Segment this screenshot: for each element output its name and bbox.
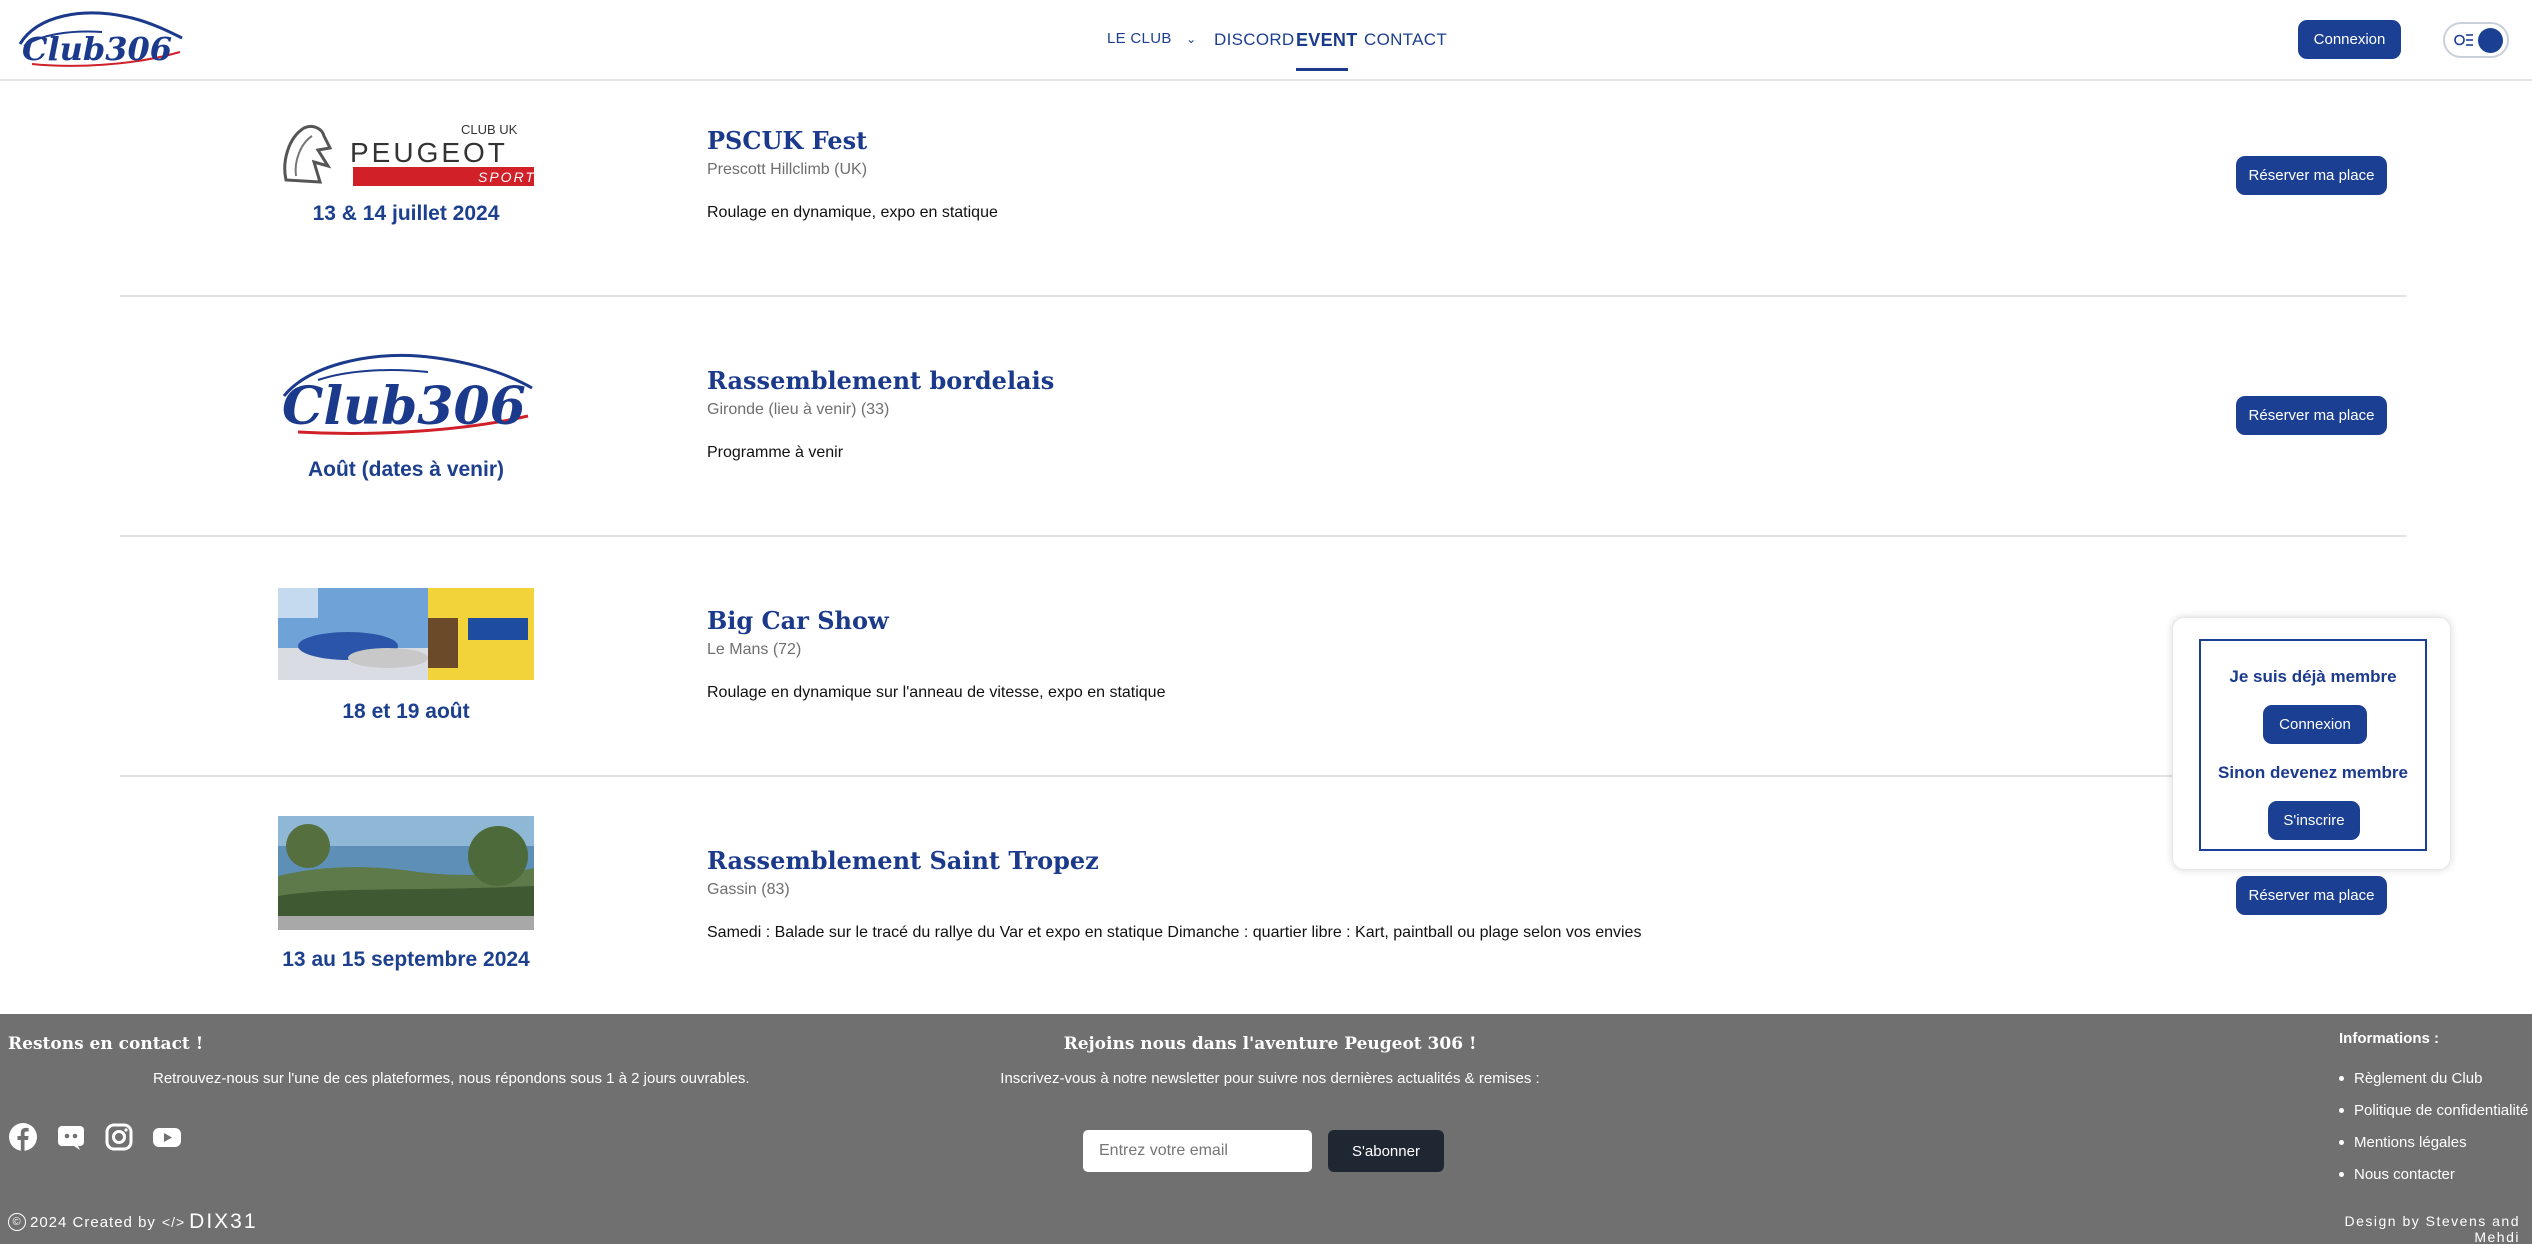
youtube-icon[interactable]: [152, 1122, 182, 1152]
big-car-show-poster: [278, 588, 534, 680]
link-mentions-legales[interactable]: Mentions légales: [2339, 1134, 2528, 1151]
newsletter-text: Inscrivez-vous à notre newsletter pour s…: [1000, 1070, 1540, 1087]
link-reglement[interactable]: Règlement du Club: [2339, 1070, 2528, 1087]
copyright: © 2024 Created by </> DIX31: [8, 1210, 258, 1234]
headlight-icon: [2454, 34, 2473, 46]
nav-discord[interactable]: DISCORD: [1214, 30, 1295, 50]
svg-text:CLUB UK: CLUB UK: [461, 122, 518, 137]
reserve-button[interactable]: Réserver ma place: [2236, 876, 2387, 915]
reserve-button[interactable]: Réserver ma place: [2236, 156, 2387, 195]
peugeot-sport-logo: CLUB UK PEUGEOT SPORT: [278, 122, 534, 188]
site-footer: Restons en contact ! Retrouvez-nous sur …: [0, 1014, 2532, 1245]
event-date: Août (dates à venir): [307, 458, 505, 481]
event-title: Big Car Show: [707, 606, 889, 635]
toggle-knob: [2478, 28, 2503, 53]
event-card: 18 et 19 août Big Car Show Le Mans (72) …: [0, 562, 2532, 802]
event-title: Rassemblement Saint Tropez: [707, 846, 1099, 875]
event-card: CLUB UK PEUGEOT SPORT 13 & 14 juillet 20…: [0, 82, 2532, 322]
info-heading: Informations :: [2339, 1030, 2439, 1047]
link-confidentialite[interactable]: Politique de confidentialité: [2339, 1102, 2528, 1119]
design-credit: Design by Stevens and Mehdi: [2344, 1213, 2520, 1245]
event-description: Roulage en dynamique, expo en statique: [707, 204, 998, 221]
nav-event[interactable]: EVENT: [1296, 30, 1358, 51]
event-title: PSCUK Fest: [707, 126, 868, 155]
popup-login-button[interactable]: Connexion: [2263, 705, 2367, 744]
event-description: Roulage en dynamique sur l'anneau de vit…: [707, 684, 1166, 701]
event-divider: [120, 295, 2406, 297]
nav-le-club[interactable]: LE CLUB ⌄: [1107, 30, 1196, 47]
event-divider: [120, 535, 2406, 537]
newsletter-email-input[interactable]: [1083, 1130, 1312, 1172]
membership-popup: Je suis déjà membre Connexion Sinon deve…: [2172, 617, 2451, 870]
svg-text:SPORT: SPORT: [478, 169, 534, 185]
discord-icon[interactable]: [56, 1122, 86, 1152]
svg-text:Club306: Club306: [22, 30, 172, 68]
site-header: Club306 LE CLUB ⌄ DISCORD EVENT CONTACT …: [0, 0, 2532, 81]
join-heading: Rejoins nous dans l'aventure Peugeot 306…: [1063, 1034, 1477, 1054]
popup-frame: Je suis déjà membre Connexion Sinon deve…: [2199, 639, 2427, 851]
info-links: Règlement du Club Politique de confident…: [2339, 1070, 2528, 1198]
nav-contact[interactable]: CONTACT: [1364, 30, 1447, 50]
club306-logo[interactable]: Club306: [12, 4, 187, 70]
event-location: Le Mans (72): [707, 641, 802, 658]
event-date: 13 au 15 septembre 2024: [282, 948, 530, 971]
join-prompt: Sinon devenez membre: [2218, 763, 2408, 782]
svg-text:PEUGEOT: PEUGEOT: [350, 137, 508, 168]
social-links: [8, 1122, 182, 1152]
copyright-icon: ©: [8, 1213, 26, 1231]
theme-toggle[interactable]: [2443, 22, 2509, 58]
code-icon: </>: [161, 1214, 186, 1230]
link-nous-contacter[interactable]: Nous contacter: [2339, 1166, 2528, 1183]
agency-logo[interactable]: DIX31: [189, 1210, 257, 1234]
instagram-icon[interactable]: [104, 1122, 134, 1152]
event-location: Prescott Hillclimb (UK): [707, 161, 868, 178]
event-card: Club306 Août (dates à venir) Rassembleme…: [0, 322, 2532, 562]
facebook-icon[interactable]: [8, 1122, 38, 1152]
event-divider: [120, 775, 2406, 777]
event-location: Gironde (lieu à venir) (33): [707, 401, 890, 418]
member-prompt: Je suis déjà membre: [2229, 667, 2397, 686]
event-date: 13 & 14 juillet 2024: [312, 202, 500, 225]
saint-tropez-photo: [278, 816, 534, 930]
club306-event-logo: Club306: [278, 346, 534, 438]
event-title: Rassemblement bordelais: [707, 366, 1055, 395]
active-nav-indicator: [1296, 68, 1348, 71]
chevron-down-icon: ⌄: [1186, 32, 1197, 46]
signup-button[interactable]: S'inscrire: [2268, 801, 2360, 840]
event-description: Samedi : Balade sur le tracé du rallye d…: [707, 924, 1642, 941]
event-date: 18 et 19 août: [342, 700, 470, 723]
svg-text:Club306: Club306: [282, 376, 526, 437]
subscribe-button[interactable]: S'abonner: [1328, 1130, 1444, 1172]
event-description: Programme à venir: [707, 444, 844, 461]
event-card: 13 au 15 septembre 2024 Rassemblement Sa…: [0, 802, 2532, 1042]
header-login-button[interactable]: Connexion: [2298, 20, 2401, 59]
event-location: Gassin (83): [707, 881, 790, 898]
reserve-button[interactable]: Réserver ma place: [2236, 396, 2387, 435]
